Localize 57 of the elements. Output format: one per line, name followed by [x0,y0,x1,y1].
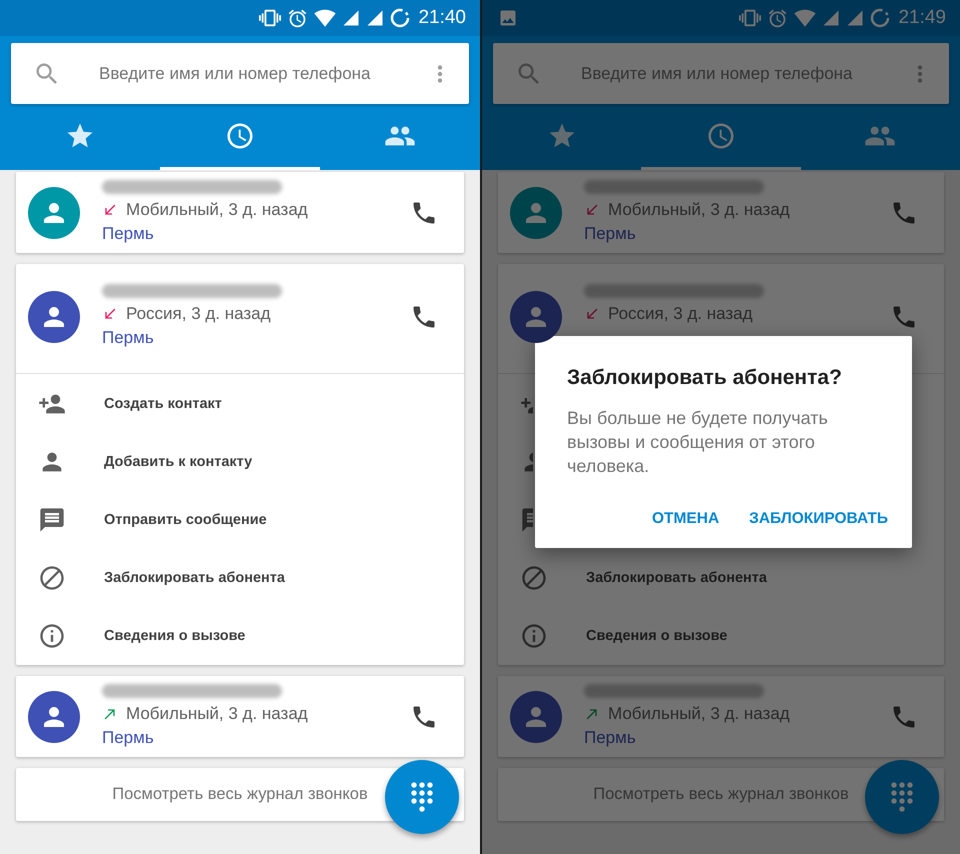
dialpad-button[interactable] [385,760,459,834]
message-icon [38,506,66,534]
dialog-button[interactable]: ОТМЕНА [652,506,720,532]
signal-icon [846,9,864,27]
call-detail: Россия, 3 д. назад [126,304,271,324]
battery-ring-icon [870,8,890,28]
dialpad-button[interactable] [865,760,939,834]
action-item[interactable]: Заблокировать абонента [104,570,285,586]
signal-icon [366,9,384,27]
call-history-link[interactable]: Посмотреть весь журнал звонков [498,768,944,821]
search-placeholder: Введите имя или номер телефона [99,64,372,84]
battery-ring-icon [390,8,410,28]
info-icon [38,622,66,650]
wifi-icon [794,7,816,29]
wifi-icon [314,7,336,29]
action-item[interactable]: Создать контакт [104,396,222,412]
info-icon [520,622,548,650]
clock-time: 21:49 [898,7,946,29]
call-card[interactable]: Мобильный, 3 д. назад Пермь [498,172,944,253]
alarm-icon [767,8,788,28]
block-icon [38,564,66,592]
call-location: Пермь [102,224,155,245]
call-location: Пермь [102,728,155,749]
search-field[interactable]: Введите имя или номер телефона [493,43,949,104]
signal-icon [342,9,360,27]
message-icon [520,506,533,534]
dialog-button[interactable]: ЗАБЛОКИРОВАТЬ [749,506,888,532]
call-history-link[interactable]: Посмотреть весь журнал звонков [16,768,464,821]
search-field[interactable]: Введите имя или номер телефона [11,43,469,104]
search-placeholder: Введите имя или номер телефона [581,64,854,84]
action-item[interactable]: Сведения о вызове [586,628,728,644]
clock-icon [706,120,736,150]
call-detail: Мобильный, 3 д. назад [126,704,308,724]
action-item[interactable]: Сведения о вызове [104,628,246,644]
call-location: Пермь [584,728,637,749]
call-location: Пермь [102,328,155,349]
call-card[interactable]: Мобильный, 3 д. назад Пермь [16,172,464,253]
action-item[interactable]: Заблокировать абонента [586,570,767,586]
call-detail: Мобильный, 3 д. назад [608,704,790,724]
dialog-message: Вы больше не будете получать вызовы и сообщения от этого человека. [567,407,829,478]
alarm-icon [287,8,308,28]
clock-icon [225,120,255,150]
call-location: Пермь [584,224,637,245]
clock-time: 21:40 [418,7,466,29]
call-card[interactable]: Мобильный, 3 д. назад Пермь [16,676,464,757]
call-detail: Россия, 3 д. назад [608,304,753,324]
call-detail: Мобильный, 3 д. назад [608,200,790,220]
call-card[interactable]: Мобильный, 3 д. назад Пермь [498,676,944,757]
block-icon [520,564,548,592]
call-detail: Мобильный, 3 д. назад [126,200,308,220]
vibrate-icon [259,7,282,29]
call-card[interactable]: Россия, 3 д. назад Пермь Создать контакт Добавить к контакту Отправить сообщение Заблокировать абонента Сведения о вызове [16,264,464,665]
vibrate-icon [739,7,762,29]
signal-icon [822,9,840,27]
action-item[interactable]: Отправить сообщение [104,512,267,528]
dialog-title: Заблокировать абонента? [567,366,843,390]
action-item[interactable]: Добавить к контакту [104,454,252,470]
